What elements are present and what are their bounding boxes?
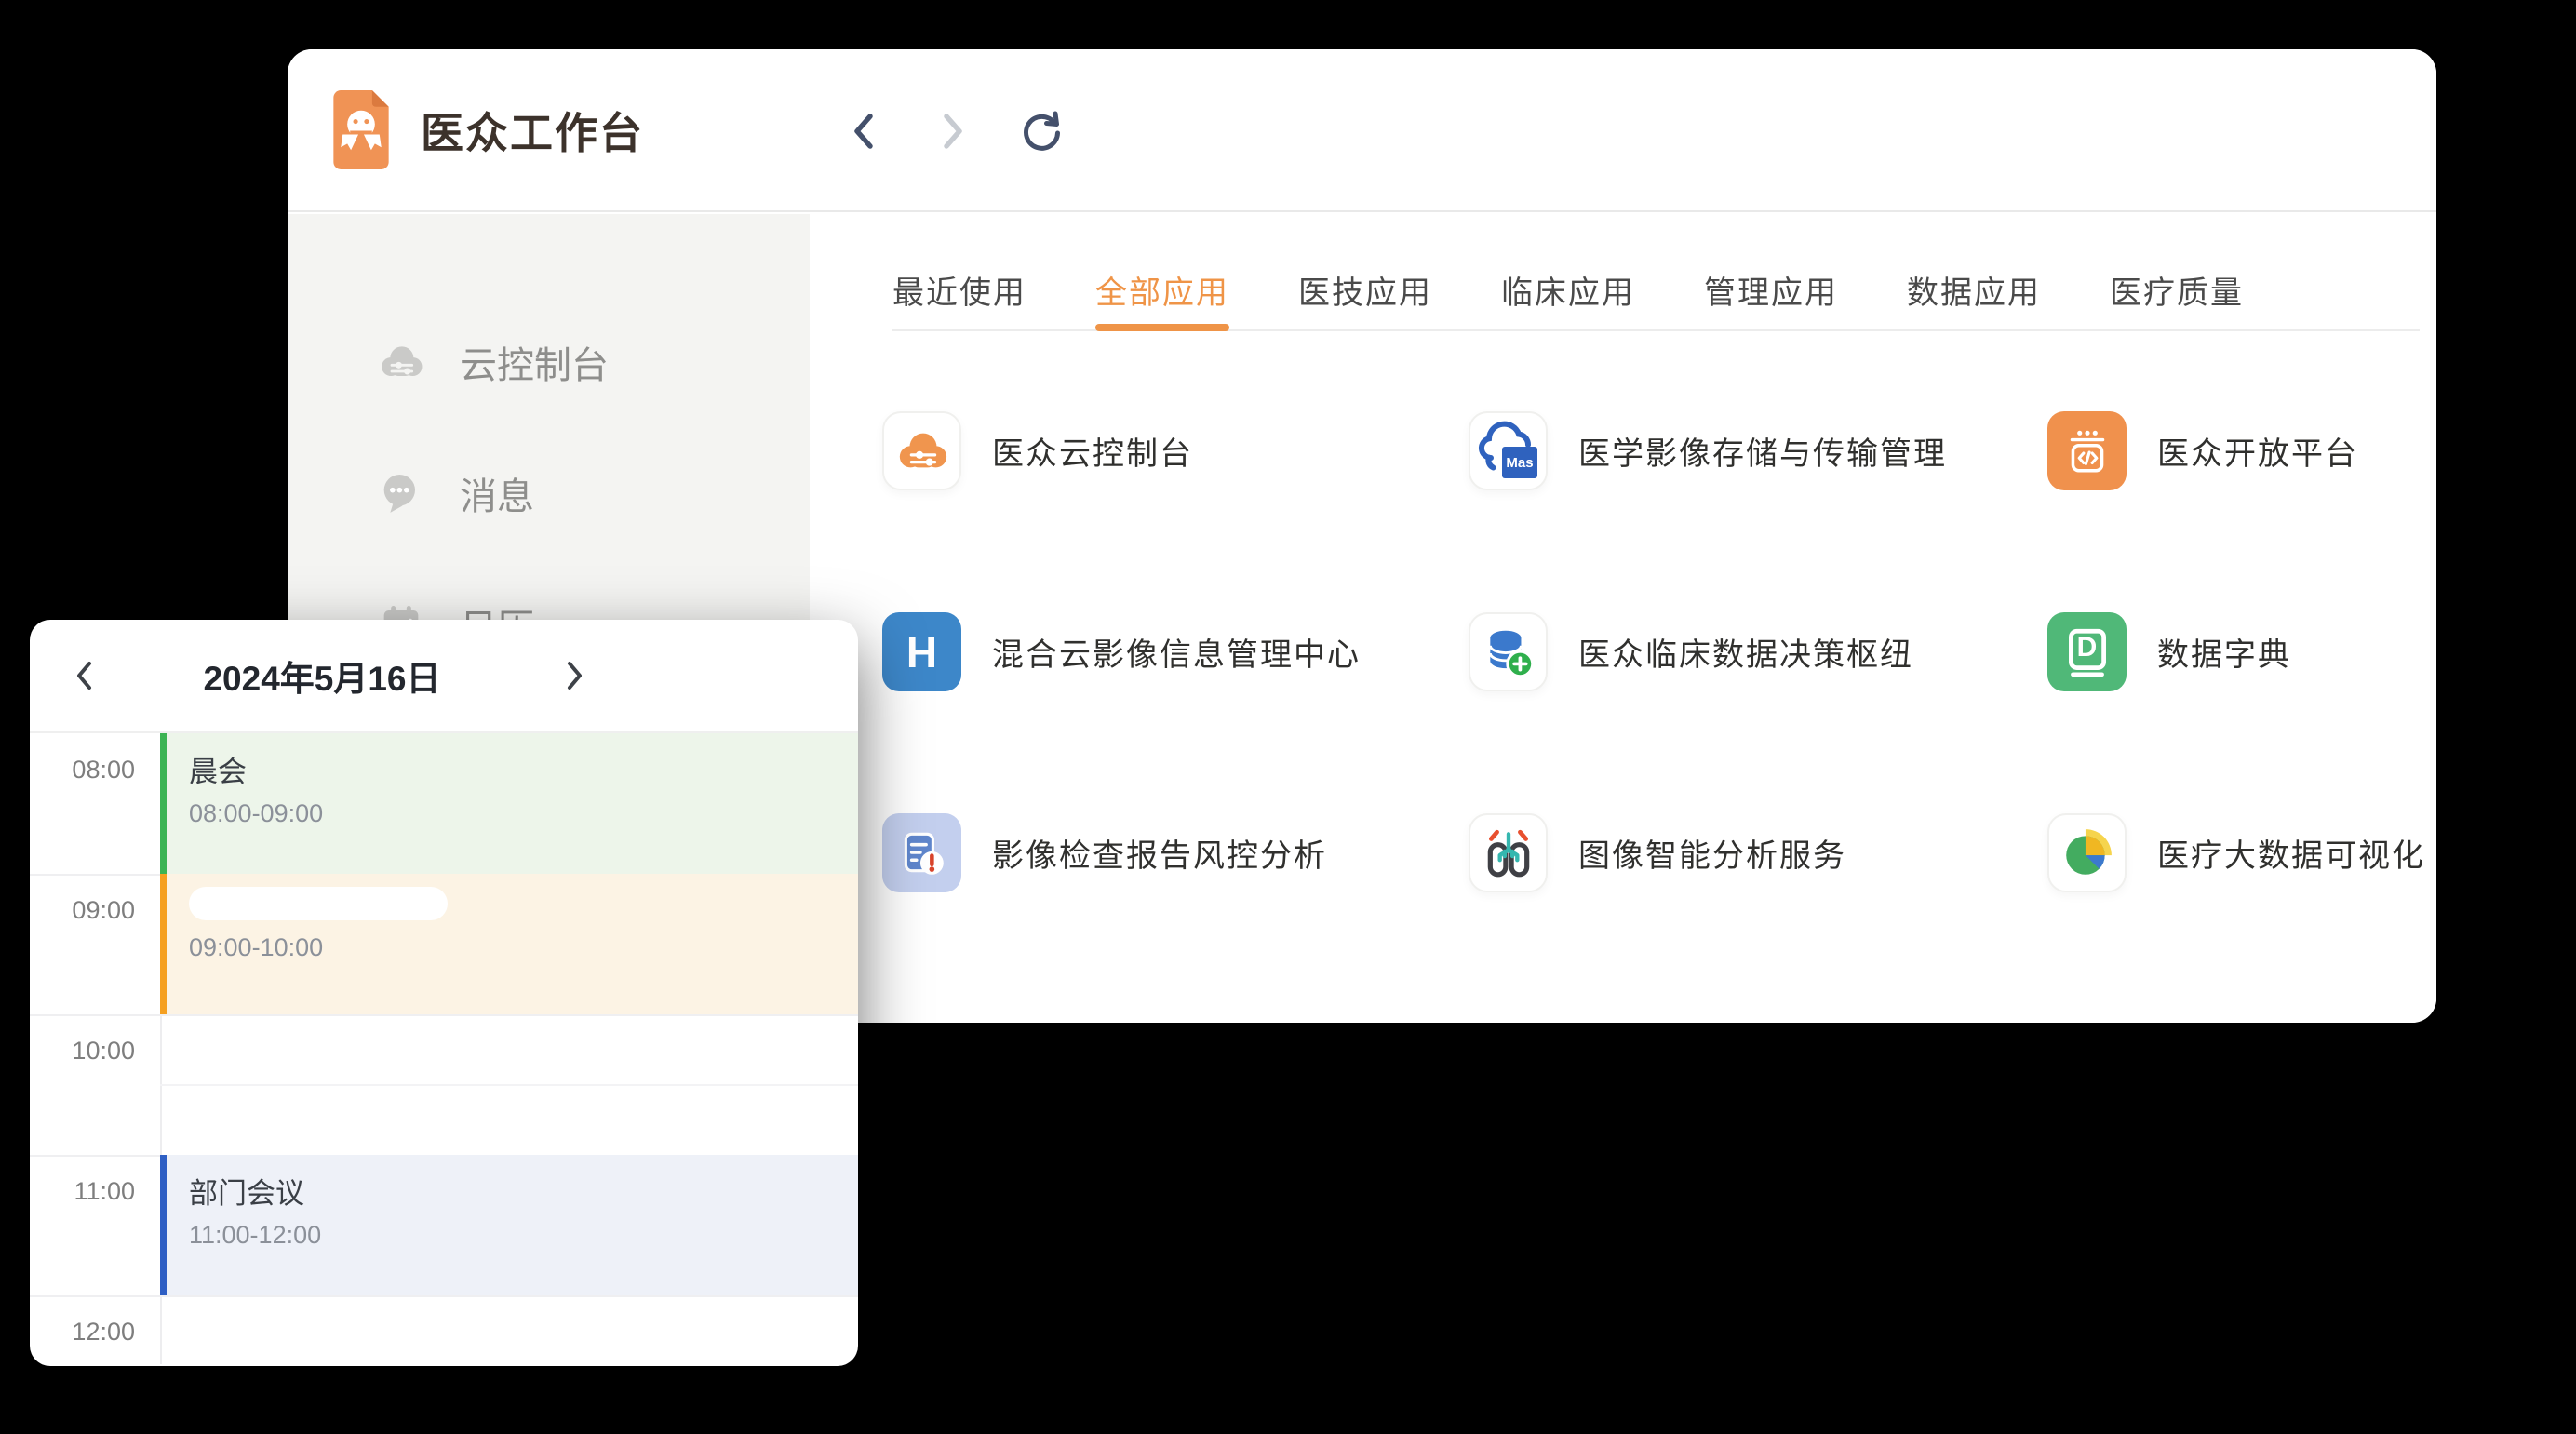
pie-chart-icon — [2047, 813, 2127, 892]
tab-label: 数据应用 — [1907, 267, 2041, 313]
event-time: 08:00-09:00 — [189, 799, 858, 828]
forward-button[interactable] — [932, 110, 974, 153]
calendar-panel: 2024年5月16日 08:00 09:00 10:00 11:00 12:00… — [30, 620, 858, 1366]
calendar-next-button[interactable] — [557, 657, 594, 694]
app-report-risk-analysis[interactable]: 影像检查报告风控分析 — [882, 813, 1469, 892]
tab-label: 全部应用 — [1095, 267, 1229, 313]
redacted-title-pill — [189, 887, 448, 920]
hour-gridline — [30, 1014, 858, 1016]
event-title: 晨会 — [189, 748, 858, 790]
half-hour-gridline — [160, 1084, 858, 1086]
database-plus-icon — [1469, 612, 1548, 691]
calendar-date-title: 2024年5月16日 — [192, 650, 452, 701]
chevron-left-icon — [72, 658, 96, 693]
tab-medtech[interactable]: 医技应用 — [1298, 249, 1432, 329]
event-time: 11:00-12:00 — [189, 1221, 858, 1250]
chevron-right-icon — [939, 111, 967, 152]
sidebar-item-messages[interactable]: 消息 — [288, 427, 810, 558]
refresh-icon — [1022, 111, 1063, 152]
tab-management[interactable]: 管理应用 — [1704, 249, 1838, 329]
sidebar-item-label: 云控制台 — [460, 335, 609, 389]
calendar-day-view: 08:00 09:00 10:00 11:00 12:00 晨会 08:00-0… — [30, 733, 858, 1364]
hour-gridline — [30, 1295, 858, 1297]
event-morning-meeting[interactable]: 晨会 08:00-09:00 — [160, 733, 858, 874]
app-data-dictionary[interactable]: D 数据字典 — [2047, 612, 2425, 691]
app-label: 医疗大数据可视化 — [2157, 830, 2425, 876]
app-image-storage[interactable]: Mas 医学影像存储与传输管理 — [1469, 411, 2047, 490]
tab-recent[interactable]: 最近使用 — [892, 249, 1026, 329]
app-label: 医众云控制台 — [992, 428, 1193, 474]
app-label: 医众开放平台 — [2157, 428, 2358, 474]
tab-clinical[interactable]: 临床应用 — [1501, 249, 1635, 329]
time-label: 10:00 — [30, 1037, 135, 1065]
letter-h-icon: H — [882, 612, 961, 691]
cloud-sliders-icon — [882, 411, 961, 490]
time-label: 12:00 — [30, 1318, 135, 1347]
mas-badge: Mas — [1502, 447, 1537, 478]
dictionary-book-icon: D — [2047, 612, 2127, 691]
tab-label: 管理应用 — [1704, 267, 1838, 313]
event-department-meeting[interactable]: 部门会议 11:00-12:00 — [160, 1155, 858, 1295]
time-label: 11:00 — [30, 1177, 135, 1206]
sidebar-item-cloud-console[interactable]: 云控制台 — [288, 296, 810, 427]
cloud-console-icon — [378, 339, 424, 385]
tab-label: 医技应用 — [1298, 267, 1432, 313]
sidebar-item-label: 消息 — [460, 466, 534, 520]
app-label: 影像检查报告风控分析 — [992, 830, 1327, 876]
app-category-tabs: 最近使用 全部应用 医技应用 临床应用 管理应用 数据应用 医疗质量 — [892, 214, 2420, 331]
app-hybrid-cloud-center[interactable]: H 混合云影像信息管理中心 — [882, 612, 1469, 691]
code-window-icon — [2047, 411, 2127, 490]
tab-data[interactable]: 数据应用 — [1907, 249, 2041, 329]
event-title: 部门会议 — [189, 1170, 858, 1212]
refresh-button[interactable] — [1021, 110, 1064, 153]
time-label: 09:00 — [30, 896, 135, 925]
tab-label: 最近使用 — [892, 267, 1026, 313]
app-grid: 医众云控制台 Mas 医学影像存储与传输管理 — [882, 411, 2425, 1014]
tab-label: 医疗质量 — [2110, 267, 2244, 313]
event-time: 09:00-10:00 — [189, 933, 858, 962]
app-label: 数据字典 — [2157, 629, 2291, 675]
window-header: 医众工作台 — [288, 49, 2436, 212]
lungs-icon — [1469, 813, 1548, 892]
browser-nav — [842, 49, 1064, 212]
chevron-left-icon — [850, 111, 878, 152]
calendar-header: 2024年5月16日 — [30, 620, 858, 733]
main-content: 最近使用 全部应用 医技应用 临床应用 管理应用 数据应用 医疗质量 — [810, 214, 2436, 1023]
app-label: 医众临床数据决策枢纽 — [1578, 629, 1913, 675]
page-title: 医众工作台 — [421, 100, 644, 161]
cloud-storage-icon: Mas — [1469, 411, 1548, 490]
app-big-data-visualization[interactable]: 医疗大数据可视化 — [2047, 813, 2425, 892]
tab-quality[interactable]: 医疗质量 — [2110, 249, 2244, 329]
app-logo-icon — [333, 90, 389, 169]
time-label: 08:00 — [30, 756, 135, 784]
app-open-platform[interactable]: 医众开放平台 — [2047, 411, 2425, 490]
back-button[interactable] — [842, 110, 885, 153]
calendar-prev-button[interactable] — [65, 657, 102, 694]
app-image-ai-service[interactable]: 图像智能分析服务 — [1469, 813, 2047, 892]
tab-all-apps[interactable]: 全部应用 — [1095, 249, 1229, 329]
app-cloud-console[interactable]: 医众云控制台 — [882, 411, 1469, 490]
d-glyph: D — [2047, 612, 2127, 683]
event-redacted[interactable]: 09:00-10:00 — [160, 874, 858, 1014]
app-label: 医学影像存储与传输管理 — [1578, 428, 1947, 474]
app-label: 图像智能分析服务 — [1578, 830, 1846, 876]
tab-label: 临床应用 — [1501, 267, 1635, 313]
chevron-right-icon — [563, 658, 587, 693]
app-clinical-data-hub[interactable]: 医众临床数据决策枢纽 — [1469, 612, 2047, 691]
h-glyph: H — [906, 627, 937, 677]
app-label: 混合云影像信息管理中心 — [992, 629, 1361, 675]
message-bubble-icon — [378, 470, 424, 516]
report-alert-icon — [882, 813, 961, 892]
